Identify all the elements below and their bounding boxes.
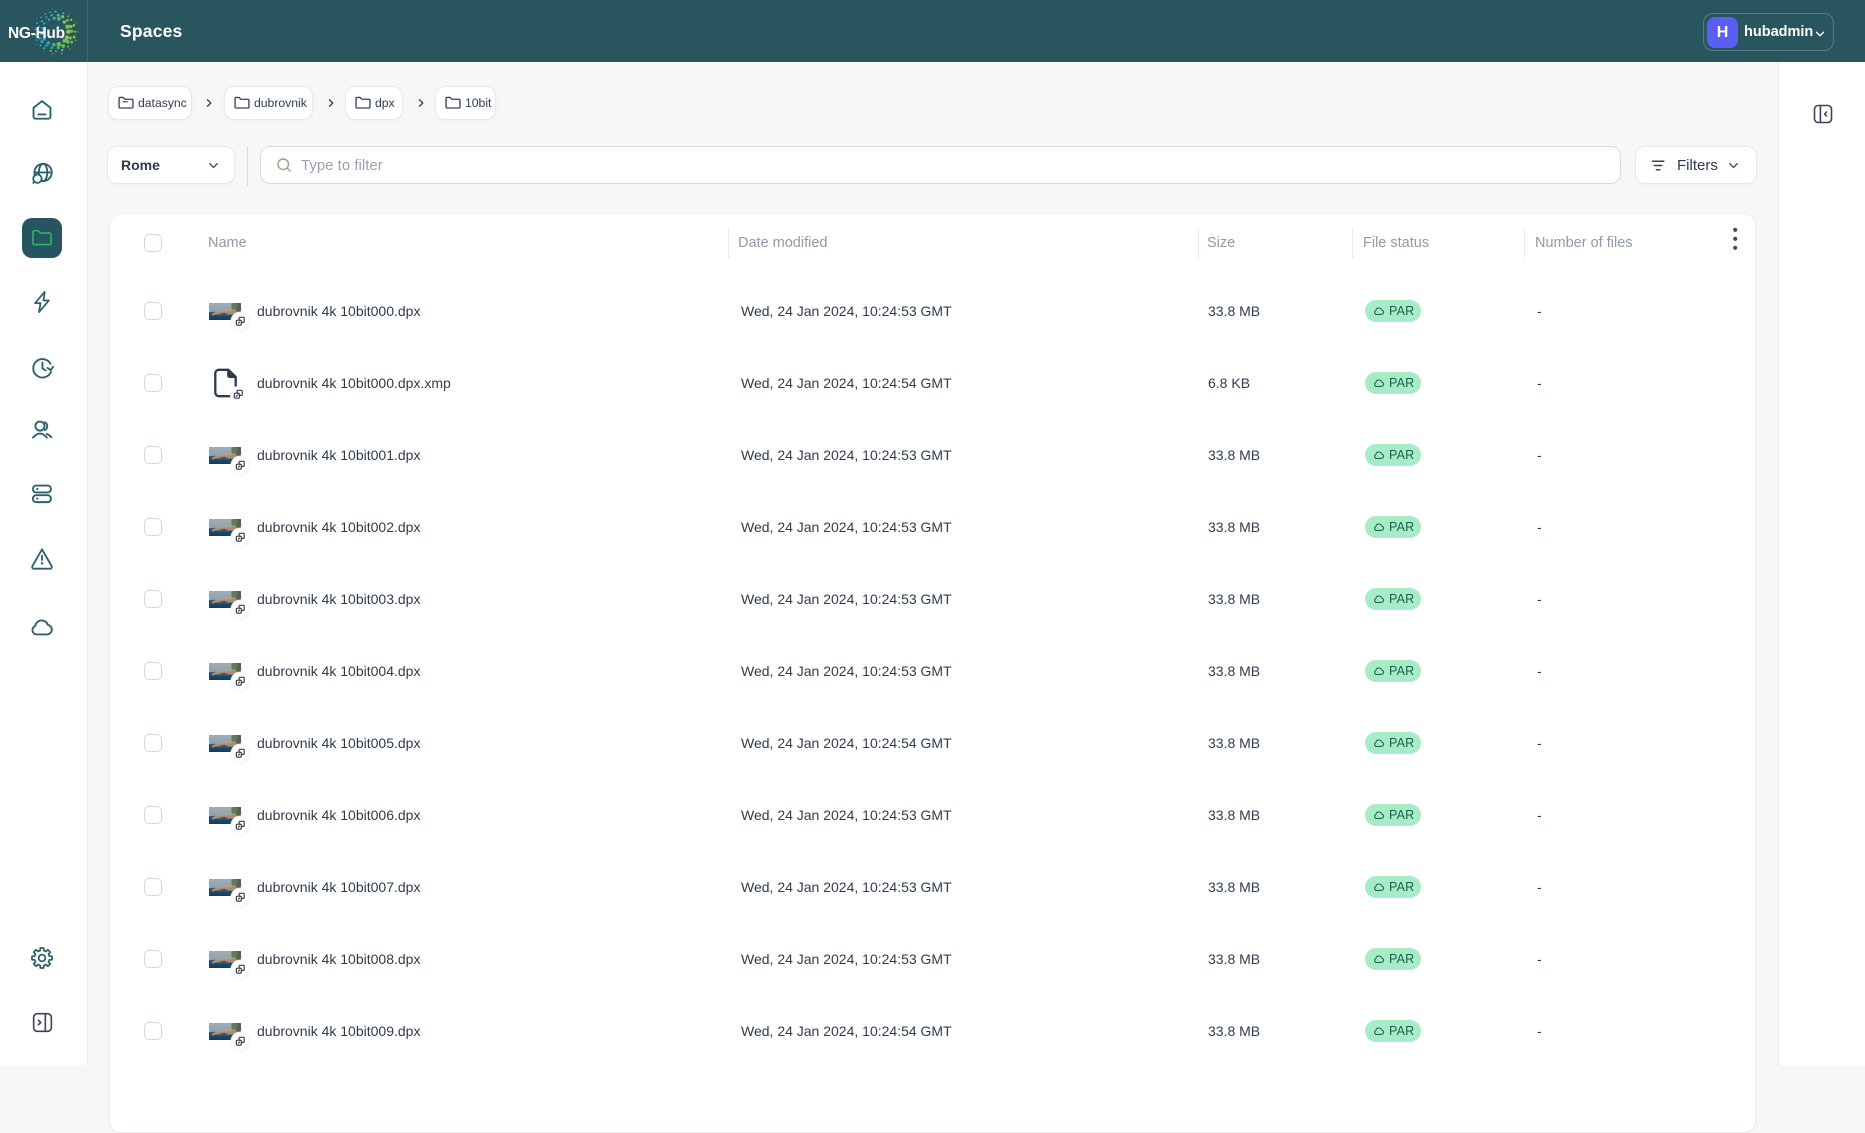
svg-text:TM: TM <box>64 39 69 43</box>
svg-text:NG-Hub: NG-Hub <box>8 25 65 42</box>
